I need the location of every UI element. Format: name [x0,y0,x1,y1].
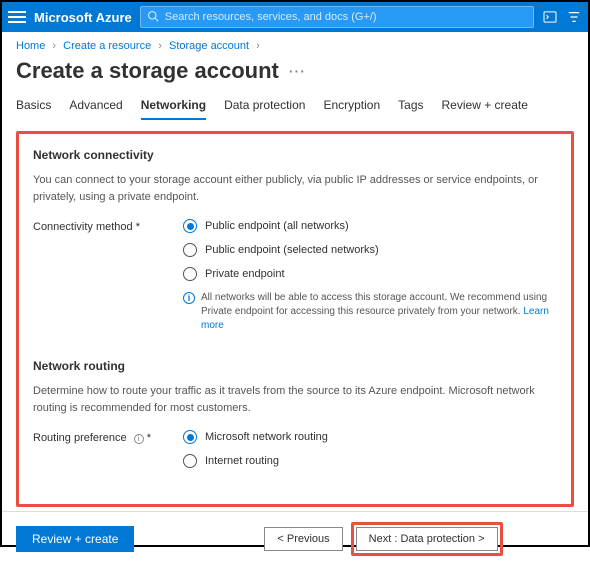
tab-advanced[interactable]: Advanced [69,94,122,120]
hamburger-menu-icon[interactable] [8,8,26,26]
wizard-tabs: Basics Advanced Networking Data protecti… [2,94,588,121]
chevron-right-icon: › [256,40,260,52]
connectivity-method-label: Connectivity method * [33,219,183,233]
tab-tags[interactable]: Tags [398,94,423,120]
radio-label: Public endpoint (all networks) [205,220,349,232]
tab-basics[interactable]: Basics [16,94,51,120]
section-desc-routing: Determine how to route your traffic as i… [33,383,557,416]
radio-internet-routing[interactable]: Internet routing [183,454,557,468]
page-title: Create a storage account ··· [2,56,588,94]
radio-public-all[interactable]: Public endpoint (all networks) [183,219,557,233]
section-title-connectivity: Network connectivity [33,148,557,162]
connectivity-info: i All networks will be able to access th… [183,291,557,333]
breadcrumb-link[interactable]: Storage account [169,40,249,52]
wizard-footer: Review + create < Previous Next : Data p… [2,511,588,566]
tab-review-create[interactable]: Review + create [442,94,528,120]
tab-data-protection[interactable]: Data protection [224,94,305,120]
networking-panel: Network connectivity You can connect to … [16,131,574,507]
previous-button[interactable]: < Previous [264,527,342,551]
radio-icon [183,267,197,281]
tab-networking[interactable]: Networking [141,94,206,120]
breadcrumb-link[interactable]: Home [16,40,45,52]
search-input[interactable] [165,11,527,23]
radio-label: Internet routing [205,455,279,467]
connectivity-method-options: Public endpoint (all networks) Public en… [183,219,557,333]
breadcrumb-link[interactable]: Create a resource [63,40,151,52]
radio-icon [183,430,197,444]
cloud-shell-icon[interactable] [542,9,558,25]
radio-icon [183,243,197,257]
section-desc-connectivity: You can connect to your storage account … [33,172,557,205]
more-actions-icon[interactable]: ··· [289,63,306,79]
radio-label: Private endpoint [205,268,285,280]
info-text: All networks will be able to access this… [201,292,547,317]
tab-encryption[interactable]: Encryption [323,94,380,120]
routing-preference-label: Routing preference i * [33,430,183,444]
help-icon[interactable]: i [134,434,144,444]
chevron-right-icon: › [52,40,56,52]
search-icon [147,10,159,25]
radio-private-endpoint[interactable]: Private endpoint [183,267,557,281]
radio-icon [183,454,197,468]
next-button[interactable]: Next : Data protection > [356,527,498,551]
info-icon: i [183,292,195,304]
brand-label: Microsoft Azure [34,10,132,25]
page-title-text: Create a storage account [16,58,279,84]
radio-label: Microsoft network routing [205,431,328,443]
radio-microsoft-routing[interactable]: Microsoft network routing [183,430,557,444]
radio-icon [183,219,197,233]
azure-top-bar: Microsoft Azure [2,2,588,32]
required-asterisk: * [147,432,151,444]
directory-filter-icon[interactable] [566,9,582,25]
section-title-routing: Network routing [33,359,557,373]
global-search[interactable] [140,6,534,28]
next-button-highlight: Next : Data protection > [351,522,503,556]
radio-label: Public endpoint (selected networks) [205,244,379,256]
chevron-right-icon: › [158,40,162,52]
routing-preference-options: Microsoft network routing Internet routi… [183,430,557,478]
routing-label-text: Routing preference [33,432,127,444]
review-create-button[interactable]: Review + create [16,526,134,552]
breadcrumb: Home › Create a resource › Storage accou… [2,32,588,56]
radio-public-selected[interactable]: Public endpoint (selected networks) [183,243,557,257]
